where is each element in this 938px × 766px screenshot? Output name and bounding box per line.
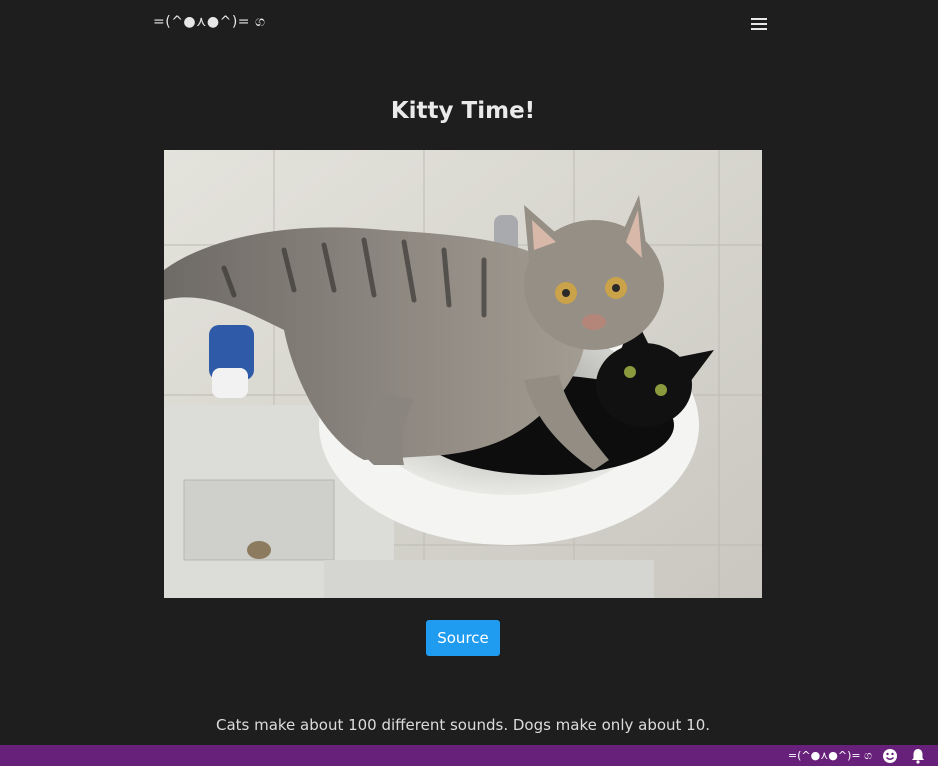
- menu-line: [751, 23, 767, 25]
- cat-photo: [164, 150, 762, 598]
- brand-logo[interactable]: =(^●⋏●^)= ග: [153, 14, 266, 30]
- page-title: Kitty Time!: [390, 98, 536, 124]
- bell-icon[interactable]: [910, 748, 926, 764]
- menu-line: [751, 28, 767, 30]
- menu-line: [751, 18, 767, 20]
- cat-photo-illustration: [164, 150, 762, 598]
- page: =(^●⋏●^)= ග Kitty Time! Source Cats make…: [0, 0, 938, 766]
- navbar: =(^●⋏●^)= ග: [0, 0, 938, 50]
- status-bar-text[interactable]: =(^●⋏●^)= ග: [788, 749, 872, 763]
- smiley-icon[interactable]: [882, 748, 898, 764]
- hamburger-menu-icon[interactable]: [750, 15, 768, 31]
- source-button[interactable]: Source: [426, 620, 500, 656]
- status-bar: =(^●⋏●^)= ග: [0, 745, 938, 766]
- cat-fact: Cats make about 100 different sounds. Do…: [215, 716, 711, 734]
